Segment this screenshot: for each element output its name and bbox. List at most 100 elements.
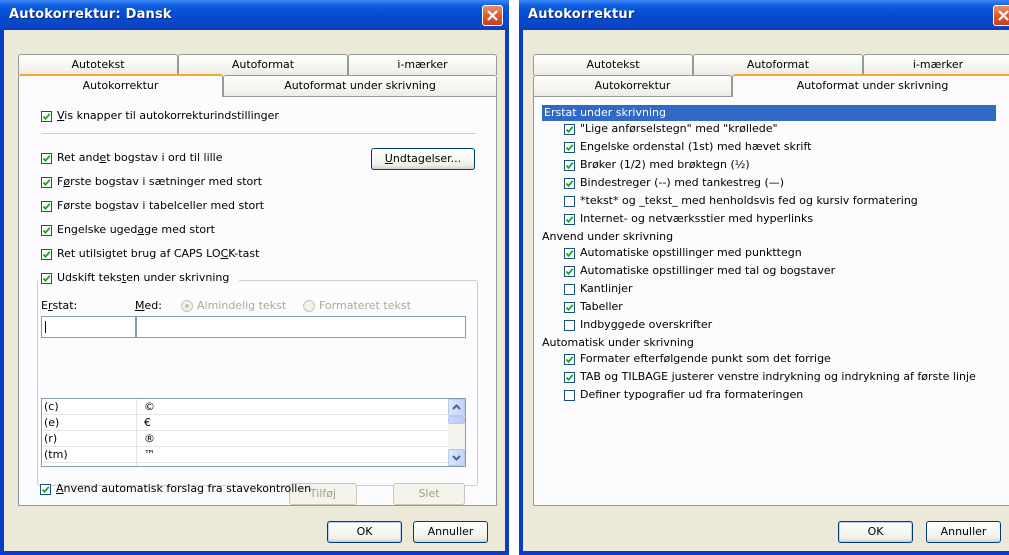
capitalize-table-cells-checkbox[interactable] [41, 201, 52, 212]
list-item[interactable]: (r) ® [42, 431, 465, 447]
plain-text-radio[interactable] [181, 300, 193, 312]
checkmark-icon [565, 304, 574, 312]
cancel-button[interactable]: Annuller [413, 521, 488, 543]
dialog-body: Autotekst Autoformat i-mærker Autokorrek… [4, 30, 505, 551]
tab-i-maerker[interactable]: i-mærker [863, 54, 1009, 75]
replace-input[interactable] [41, 316, 136, 338]
ok-button[interactable]: OK [838, 521, 913, 543]
checkmark-icon [565, 374, 574, 382]
tab-indent-label: TAB og TILBAGE justerer venstre indrykni… [580, 370, 976, 383]
dialog-title: Autokorrektur: Dansk [9, 7, 172, 22]
bold-italic-checkbox[interactable] [564, 196, 575, 207]
headings-checkbox[interactable] [564, 320, 575, 331]
capitalize-days-checkbox[interactable] [41, 225, 52, 236]
tab-autotekst[interactable]: Autotekst [533, 54, 693, 75]
scroll-thumb[interactable] [448, 416, 465, 424]
checkmark-icon [565, 250, 574, 258]
tab-autoformat[interactable]: Autoformat [693, 54, 863, 75]
formatted-text-radio[interactable] [303, 300, 315, 312]
list-item-to: © [144, 400, 155, 413]
checkmark-icon [42, 113, 51, 121]
list-item-from: (e) [44, 416, 60, 429]
group-header-replace[interactable]: Erstat under skrivning [542, 105, 996, 121]
tab-panel: Erstat under skrivning "Lige anførselste… [533, 96, 1009, 506]
capitalize-table-cells-label: Første bogstav i tabelceller med stort [57, 199, 265, 212]
exceptions-button[interactable]: Undtagelser... [371, 148, 475, 170]
define-styles-checkbox[interactable] [564, 390, 575, 401]
checkmark-icon [42, 179, 51, 187]
list-item-from: (c) [44, 400, 59, 413]
group-header-apply[interactable]: Anvend under skrivning [542, 229, 673, 245]
title-bar: Autokorrektur [519, 0, 1009, 30]
bold-italic-label: *tekst* og _tekst_ med henholdsvis fed o… [580, 194, 918, 207]
autocorrect-dialog-danish: Autokorrektur: Dansk Autotekst Autoforma… [0, 0, 509, 555]
checkmark-icon [565, 356, 574, 364]
plain-text-label: Almindelig tekst [197, 299, 287, 312]
two-initial-caps-label: Ret andet bogstav i ord til lille [57, 151, 223, 164]
two-initial-caps-checkbox[interactable] [41, 153, 52, 164]
capitalize-days-label: Engelske ugedage med stort [57, 223, 215, 236]
checkmark-icon [565, 216, 574, 224]
smart-quotes-label: "Lige anførselstegn" med "krøllede" [580, 122, 778, 135]
separator [41, 133, 476, 134]
headings-label: Indbyggede overskrifter [580, 318, 713, 331]
tab-autoformat-under-skrivning[interactable]: Autoformat under skrivning [223, 75, 497, 96]
checkmark-icon [41, 486, 50, 494]
smart-quotes-checkbox[interactable] [564, 124, 575, 135]
tab-autokorrektur[interactable]: Autokorrektur [533, 75, 732, 96]
hyperlinks-label: Internet- og netværksstier med hyperlink… [580, 212, 814, 225]
hyperlinks-checkbox[interactable] [564, 214, 575, 225]
list-scrollbar[interactable] [448, 399, 465, 466]
ordinals-checkbox[interactable] [564, 142, 575, 153]
replacement-list[interactable]: (c) © (e) € (r) ® (tm) ™ [41, 398, 466, 467]
replace-text-checkbox[interactable] [41, 273, 52, 284]
checkmark-icon [565, 162, 574, 170]
bulleted-lists-checkbox[interactable] [564, 248, 575, 259]
numbered-lists-checkbox[interactable] [564, 266, 575, 277]
group-header-automatic[interactable]: Automatisk under skrivning [542, 335, 694, 351]
list-item[interactable]: (tm) ™ [42, 447, 465, 463]
tab-autokorrektur[interactable]: Autokorrektur [18, 74, 223, 97]
delete-button[interactable]: Slet [393, 483, 465, 505]
options-tree[interactable]: Erstat under skrivning "Lige anførselste… [540, 101, 1000, 501]
define-styles-label: Definer typografier ud fra formateringen [580, 388, 804, 401]
list-item[interactable]: (c) © [42, 399, 465, 415]
format-list-item-checkbox[interactable] [564, 354, 575, 365]
format-list-item-label: Formater efterfølgende punkt som det for… [580, 352, 831, 365]
scroll-down-button[interactable] [448, 449, 465, 466]
cancel-button[interactable]: Annuller [926, 521, 1001, 543]
dialog-title: Autokorrektur [528, 7, 635, 22]
tables-label: Tabeller [580, 300, 623, 313]
text-cursor [45, 321, 46, 333]
bulleted-lists-label: Automatiske opstillinger med punkttegn [580, 246, 802, 259]
capitalize-sentences-checkbox[interactable] [41, 177, 52, 188]
show-buttons-checkbox[interactable] [41, 111, 52, 122]
caps-lock-label: Ret utilsigtet brug af CAPS LOCK-tast [57, 247, 260, 260]
checkmark-icon [565, 180, 574, 188]
close-icon [487, 10, 498, 21]
close-button[interactable] [993, 5, 1009, 26]
checkmark-icon [565, 126, 574, 134]
list-item[interactable]: (e) € [42, 415, 465, 431]
tab-panel: Vis knapper til autokorrekturindstilling… [18, 96, 497, 506]
auto-suggest-checkbox[interactable] [40, 484, 51, 495]
borders-checkbox[interactable] [564, 284, 575, 295]
tab-autoformat[interactable]: Autoformat [178, 54, 348, 75]
dashes-checkbox[interactable] [564, 178, 575, 189]
scroll-up-button[interactable] [448, 399, 465, 416]
tables-checkbox[interactable] [564, 302, 575, 313]
autocorrect-dialog: Autokorrektur Autotekst Autoformat i-mær… [519, 0, 1009, 555]
caps-lock-checkbox[interactable] [41, 249, 52, 260]
fractions-checkbox[interactable] [564, 160, 575, 171]
tab-autoformat-under-skrivning[interactable]: Autoformat under skrivning [732, 74, 1009, 97]
list-item-from: (tm) [44, 448, 68, 461]
ok-button[interactable]: OK [327, 521, 402, 543]
tab-autotekst[interactable]: Autotekst [18, 54, 178, 75]
checkmark-icon [42, 251, 51, 259]
tab-indent-checkbox[interactable] [564, 372, 575, 383]
with-input[interactable] [136, 316, 466, 338]
checkmark-icon [565, 268, 574, 276]
close-button[interactable] [482, 5, 503, 26]
ordinals-label: Engelske ordenstal (1st) med hævet skrif… [580, 140, 812, 153]
tab-i-maerker[interactable]: i-mærker [348, 54, 497, 75]
